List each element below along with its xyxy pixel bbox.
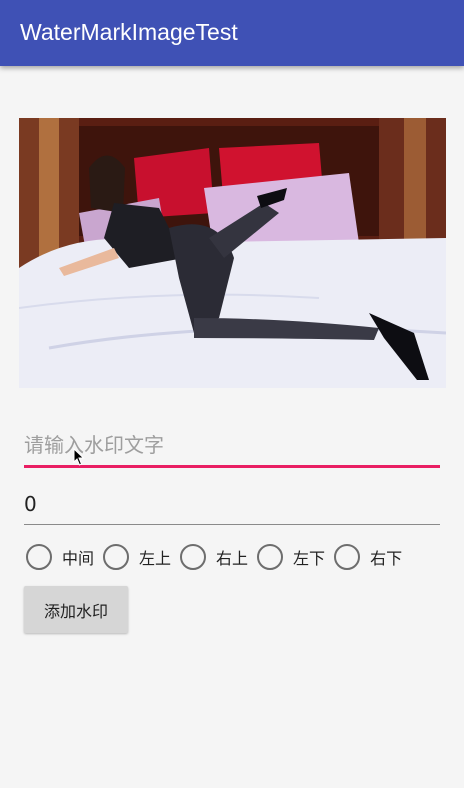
- radio-bottom-right[interactable]: 右下: [334, 544, 402, 570]
- radio-circle-icon[interactable]: [334, 544, 361, 570]
- add-watermark-button[interactable]: 添加水印: [24, 586, 128, 633]
- radio-circle-icon[interactable]: [103, 544, 130, 570]
- radio-center[interactable]: 中间: [26, 544, 94, 570]
- position-radio-group: 中间 左上 右上 左下 右下: [26, 543, 411, 571]
- radio-label: 右上: [216, 549, 249, 568]
- radio-label: 左下: [293, 549, 326, 568]
- radio-label: 左上: [139, 549, 172, 568]
- radio-circle-icon[interactable]: [180, 544, 207, 570]
- radio-circle-icon[interactable]: [26, 544, 52, 570]
- app-bar: WaterMarkImageTest: [0, 0, 464, 66]
- photo-image: [19, 118, 446, 388]
- app-title: WaterMarkImageTest: [20, 19, 238, 45]
- watermark-text-input[interactable]: [24, 428, 440, 468]
- radio-circle-icon[interactable]: [257, 544, 284, 570]
- radio-label: 中间: [62, 549, 95, 568]
- radio-label: 右下: [370, 549, 403, 568]
- radio-bottom-left[interactable]: 左下: [257, 544, 325, 570]
- radio-top-left[interactable]: 左上: [103, 544, 171, 570]
- radio-top-right[interactable]: 右上: [180, 544, 248, 570]
- mouse-pointer-icon: [73, 448, 85, 466]
- watermark-size-input[interactable]: [24, 488, 440, 525]
